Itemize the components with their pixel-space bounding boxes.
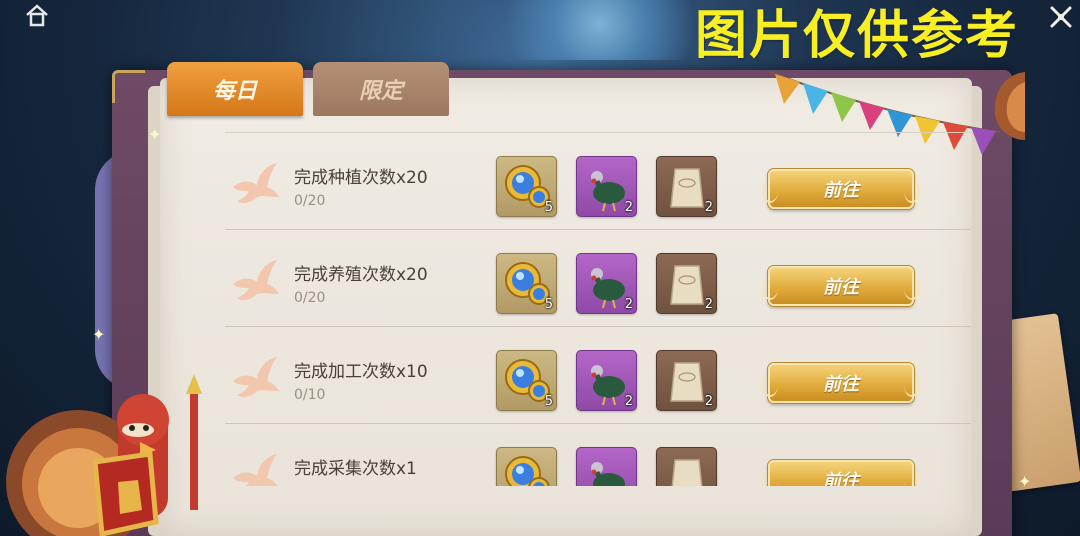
tab-daily[interactable]: 每日 [167,62,303,116]
reward-count: 2 [704,394,713,409]
task-row: 完成采集次数x1 前往 [225,424,971,486]
home-icon [26,4,48,27]
reward-count: 2 [704,200,713,215]
reward-count: 2 [624,394,633,409]
reward-count: 5 [544,200,553,215]
reward-slot[interactable]: 2 [656,350,717,411]
reward-slot[interactable]: 5 [496,156,557,217]
reward-slot[interactable]: 2 [656,156,717,217]
background-stained-window [470,0,730,60]
reference-watermark: 图片仅供参考 [695,6,1020,66]
gold-gem-coin-icon [505,456,550,486]
task-list[interactable]: 完成种植次数x20 0/20 5 2 2 前往 完成养殖次数x20 0/20 5… [225,132,971,486]
feed-sack-icon [671,459,703,486]
go-button[interactable]: 前往 [762,169,920,209]
reward-slot[interactable]: 2 [576,350,637,411]
dove-icon [233,454,278,486]
sparkle-icon: ✦ [92,325,106,344]
go-button[interactable]: 前往 [762,460,920,486]
task-title: 完成养殖次数x20 [294,265,428,285]
dove-icon [233,357,279,398]
reward-slot[interactable]: 5 [496,253,557,314]
task-row: 完成种植次数x20 0/20 5 2 2 前往 [225,133,971,230]
reward-count: 2 [624,200,633,215]
reward-slot[interactable] [576,447,637,486]
task-title: 完成加工次数x10 [294,362,428,382]
task-progress: 0/20 [294,193,326,209]
task-row: 完成养殖次数x20 0/20 5 2 2 前往 [225,230,971,327]
reward-slot[interactable]: 2 [656,253,717,314]
sparkle-icon: ✦ [1018,472,1032,491]
task-title: 完成种植次数x20 [294,168,428,188]
dove-icon [233,260,279,301]
reward-slot[interactable] [496,447,557,486]
reward-count: 2 [624,297,633,312]
sparkle-icon: ✦ [148,125,162,144]
go-button[interactable]: 前往 [762,266,920,306]
reward-slot[interactable]: 5 [496,350,557,411]
task-row: 完成加工次数x10 0/10 5 2 2 前往 [225,327,971,424]
reward-count: 5 [544,394,553,409]
go-button[interactable]: 前往 [762,363,920,403]
turkey-icon [591,462,625,486]
turkey-knight-mascot [6,374,202,536]
close-icon[interactable] [1046,2,1076,32]
home-button[interactable] [20,0,54,30]
reward-slot[interactable] [656,447,717,486]
task-progress: 0/20 [294,290,326,306]
reward-slot[interactable]: 2 [576,156,637,217]
turkey-mascot-peek [994,72,1025,140]
reward-count: 2 [704,297,713,312]
reward-count: 5 [544,297,553,312]
dove-icon [233,163,279,204]
reward-slot[interactable]: 2 [576,253,637,314]
task-progress: 0/10 [294,387,326,403]
task-title: 完成采集次数x1 [294,459,417,479]
tab-limited[interactable]: 限定 [313,62,449,116]
